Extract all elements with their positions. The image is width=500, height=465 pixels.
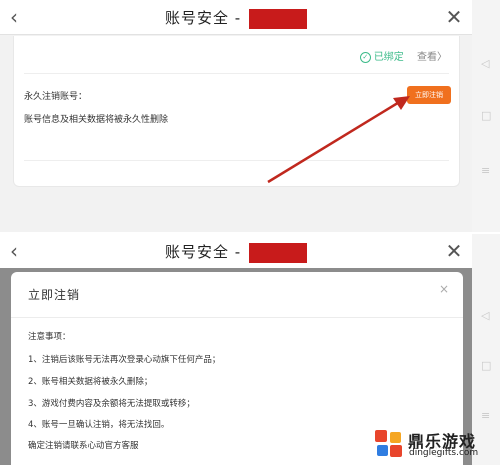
dialog-title: 立即注销: [28, 288, 81, 302]
dialog-close-icon[interactable]: ×: [439, 282, 449, 296]
menu-lines-icon[interactable]: ≡: [481, 410, 490, 422]
close-icon[interactable]: ✕: [444, 240, 464, 262]
logo-mark-icon: [375, 430, 402, 457]
bottom-nav-bar: ‹ 账号安全 - ✕: [0, 234, 472, 269]
divider: [11, 317, 463, 318]
notice-item-1: 1、注销后该账号无法再次登录心动旗下任何产品；: [28, 355, 221, 365]
notice-item-2: 2、账号相关数据将被永久删除；: [28, 377, 153, 387]
home-square-icon[interactable]: □: [481, 360, 491, 372]
notice-item-4: 4、账号一旦确认注销，将无法找回。: [28, 420, 170, 430]
top-screenshot: ‹ 账号安全 - ✕ ◁ □ ≡ ✓ 已绑定 查看〉 永久注销账号： 账号信息及相…: [0, 0, 500, 232]
red-arrow-annotation: [267, 96, 410, 184]
notice-contact: 确定注销请联系心动官方客服: [28, 441, 139, 451]
page-title-text: 账号安全 -: [165, 243, 242, 261]
logo-domain: dinglegifts.com: [409, 448, 479, 458]
notice-heading: 注意事项：: [28, 332, 71, 342]
site-logo: 鼎乐游戏 dinglegifts.com: [372, 427, 496, 463]
redacted-username: [248, 242, 307, 263]
page-title: 账号安全 -: [0, 241, 472, 263]
notice-item-3: 3、游戏付费内容及余额将无法提取或转移；: [28, 399, 195, 409]
arrow-line: [267, 99, 402, 184]
back-triangle-icon[interactable]: ◁: [481, 310, 489, 322]
